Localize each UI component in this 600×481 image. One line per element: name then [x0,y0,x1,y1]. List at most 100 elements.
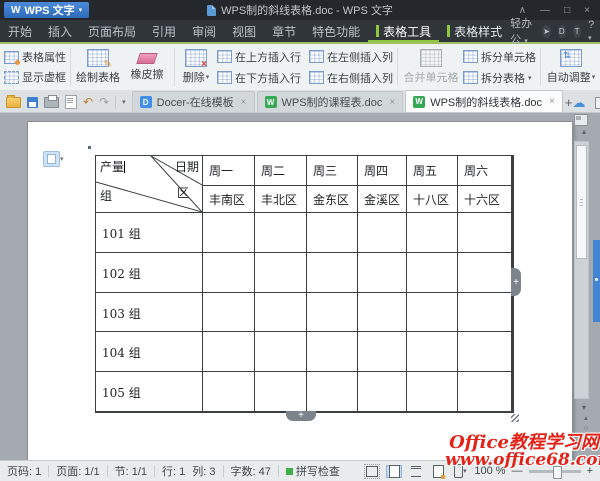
table-resize-handle[interactable] [511,414,519,422]
zoom-value[interactable]: 100 % [474,465,505,477]
table-cell[interactable] [407,372,458,412]
print-preview-icon[interactable] [65,95,77,109]
wps-menu-button[interactable]: W WPS 文字 ▾ [4,2,90,18]
sidebar-handle[interactable] [593,240,600,322]
save-icon[interactable] [27,96,38,108]
scrollbar-thumb[interactable] [576,145,587,259]
light-office-menu[interactable]: 轻办公 ▾ [510,15,535,47]
day-header-cell[interactable]: 周三 [307,156,358,186]
table-cell[interactable] [358,213,407,253]
table-cell[interactable] [307,332,358,372]
help-menu[interactable]: ?▾ [588,19,594,43]
table-cell[interactable] [458,253,512,293]
region-header-cell[interactable]: 十六区 [458,186,512,213]
group-label-cell[interactable]: 101 组 [96,213,203,253]
insert-row-below-button[interactable]: 在下方插入行 [217,70,301,86]
split-table-button[interactable]: 拆分表格 ▾ [463,70,536,86]
table-cell[interactable] [255,332,307,372]
skin-icon[interactable]: T [572,24,582,38]
table-cell[interactable] [255,213,307,253]
close-icon[interactable]: × [241,97,247,108]
day-header-cell[interactable]: 周二 [255,156,307,186]
table-cell[interactable] [407,213,458,253]
region-header-cell[interactable]: 丰北区 [255,186,307,213]
cloud-sync-icon[interactable]: ☁ [573,96,586,109]
table-cell[interactable] [458,372,512,412]
table-cell[interactable] [307,372,358,412]
undo-icon[interactable]: ↶ [83,96,93,108]
next-page-icon[interactable]: ▾ [584,435,588,442]
redo-icon[interactable]: ↷ [99,96,109,108]
table-cell[interactable] [255,253,307,293]
table-cell[interactable] [407,293,458,332]
table-cell[interactable] [203,213,255,253]
add-row-button[interactable]: + [286,411,316,421]
doc-tab-docer[interactable]: D Docer-在线模板 × [131,91,255,112]
table-cell[interactable] [307,293,358,332]
feedback-icon[interactable]: ➤ [542,24,551,38]
collapse-ribbon-icon[interactable]: ∧ [519,5,526,16]
vertical-scrollbar[interactable] [574,141,589,399]
table-cell[interactable] [458,332,512,372]
table-cell[interactable] [255,372,307,412]
diagonal-header-cell[interactable]: 产量 日期 区 组 [96,156,203,213]
table-move-handle[interactable] [82,140,97,155]
table-cell[interactable] [203,293,255,332]
table-cell[interactable] [358,332,407,372]
tab-home[interactable]: 开始 [0,20,40,42]
eraser-button[interactable]: 橡皮擦 [124,52,170,82]
close-icon[interactable]: × [389,97,395,108]
group-label-cell[interactable]: 102 组 [96,253,203,293]
region-header-cell[interactable]: 金溪区 [358,186,407,213]
region-header-cell[interactable]: 金东区 [307,186,358,213]
customize-toolbar-icon[interactable]: ▾ [122,98,126,106]
scroll-down-icon[interactable]: ▾ [582,403,586,412]
draw-table-button[interactable]: ✎ 绘制表格 [75,49,121,85]
day-header-cell[interactable]: 周五 [407,156,458,186]
autofit-button[interactable]: ⇅ 自动调整 ▾ [545,49,597,85]
minimize-icon[interactable]: — [540,5,550,16]
tab-special-features[interactable]: 特色功能 [304,20,368,42]
paste-options-button[interactable] [43,151,60,167]
group-label-cell[interactable]: 104 组 [96,332,203,372]
region-header-cell[interactable]: 十八区 [407,186,458,213]
tab-table-tools[interactable]: 表格工具 [368,20,439,42]
table-cell[interactable] [203,332,255,372]
add-column-button[interactable]: + [511,268,521,296]
merge-cells-button[interactable]: 合并单元格 [402,49,460,85]
insert-col-right-button[interactable]: 在右侧插入列 [309,70,393,86]
mobile-view-icon[interactable]: ▾ [452,464,468,478]
zoom-out-button[interactable]: — [512,465,523,477]
zoom-slider[interactable] [528,465,581,479]
print-icon[interactable] [44,94,59,108]
tab-view[interactable]: 视图 [224,20,264,42]
tab-insert[interactable]: 插入 [40,20,80,42]
table-cell[interactable] [407,253,458,293]
page-view-icon[interactable] [386,464,403,478]
show-gridlines-button[interactable]: 显示虚框 [4,69,66,85]
status-word-count[interactable]: 字数: 47 [231,463,271,479]
previous-page-icon[interactable]: ▴ [584,415,588,422]
table-cell[interactable] [358,372,407,412]
docer-circle-icon[interactable]: D [557,24,566,38]
region-header-cell[interactable]: 丰南区 [203,186,255,213]
ruler-toggle-icon[interactable] [574,114,588,126]
table-cell[interactable] [358,293,407,332]
window-switch-icon[interactable] [594,97,600,109]
select-browse-object-icon[interactable]: ○ [584,425,588,432]
doc-tab-diagonal-table[interactable]: W WPS制的斜线表格.doc × [405,90,563,112]
insert-col-left-button[interactable]: 在左侧插入列 [309,49,393,65]
zoom-slider-handle[interactable] [552,465,562,479]
table-properties-button[interactable]: 表格属性 [4,49,66,65]
zoom-in-button[interactable]: + [587,465,593,477]
scroll-up-icon[interactable]: ▴ [582,127,586,136]
delete-button[interactable]: × 删除 ▾ [179,49,213,85]
day-header-cell[interactable]: 周四 [358,156,407,186]
group-label-cell[interactable]: 103 组 [96,293,203,332]
table-cell[interactable] [255,293,307,332]
table-cell[interactable] [203,253,255,293]
table-cell[interactable] [358,253,407,293]
day-header-cell[interactable]: 周一 [203,156,255,186]
table-cell[interactable] [203,372,255,412]
spellcheck-status[interactable]: 拼写检查 [285,463,340,479]
